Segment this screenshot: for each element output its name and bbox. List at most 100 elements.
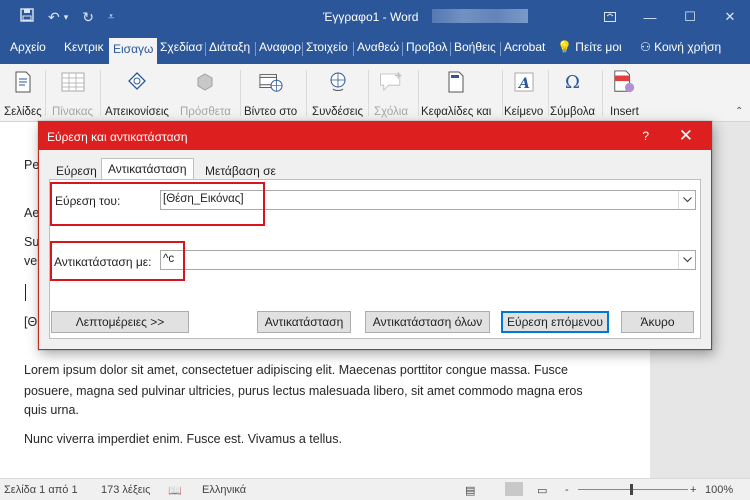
replace-all-button[interactable]: Αντικατάσταση όλων [365,311,490,333]
tab-insert[interactable]: Εισαγω [109,38,158,64]
header-footer-icon [444,70,468,94]
tab-goto[interactable]: Μετάβαση σε [198,160,283,180]
ribbon-group-header-footer[interactable]: Κεφαλίδες και [421,68,491,118]
zoom-slider-thumb[interactable] [630,484,633,495]
find-highlight-box [50,182,265,226]
ribbon-label: Πρόσθετα [180,106,231,118]
web-layout-icon[interactable]: ▭ [537,484,547,497]
window-controls: — ☐ ✕ [590,0,750,34]
tab-separator [402,42,403,56]
status-bar: Σελίδα 1 από 1 173 λέξεις 📖 Ελληνικά ▤ ▭… [0,478,750,500]
ribbon-group-pages[interactable]: Σελίδες [4,68,42,118]
focus-mode-icon[interactable]: ▤ [465,484,475,497]
ribbon-group-links[interactable]: Συνδέσεις [312,68,363,118]
title-bar: ↶ ▾ ↻ ⩡ Έγγραφο1 - Word — ☐ ✕ [0,0,750,34]
ribbon-group-addins[interactable]: Πρόσθετα [180,68,231,118]
ribbon-separator [306,70,307,116]
zoom-out-button[interactable]: - [565,484,569,496]
zoom-slider-track[interactable] [578,489,688,490]
tab-layout[interactable]: Διάταξη [209,40,250,54]
ribbon-separator [418,70,419,116]
tab-replace[interactable]: Αντικατάσταση [101,158,194,181]
tell-me[interactable]: 💡 Πείτε μοι [557,40,622,54]
ribbon-display-options-icon[interactable] [590,0,630,34]
share-label: Κοινή χρήση [654,40,722,54]
zoom-level[interactable]: 100% [705,484,733,496]
print-layout-icon[interactable] [505,482,523,496]
tab-separator [450,42,451,56]
ribbon-label: Κεφαλίδες και [421,106,492,118]
doc-paragraph: Nunc viverra imperdiet enim. Fusce est. … [24,432,342,446]
zoom-in-button[interactable]: + [690,484,696,496]
tab-separator [302,42,303,56]
svg-text:A: A [517,76,530,92]
minimize-icon[interactable]: — [630,0,670,34]
tab-help[interactable]: Βοήθεις [454,40,496,54]
tab-separator [205,42,206,56]
text-icon: A [512,70,536,94]
ribbon-group-comments[interactable]: Σχόλια [374,68,408,118]
tab-file[interactable]: Αρχείο [10,40,46,54]
tab-references[interactable]: Αναφορ [259,40,301,54]
find-replace-dialog: Εύρεση και αντικατάσταση ? ✕ Εύρεση Αντι… [38,121,712,350]
tab-design[interactable]: Σχεδίασ [160,40,203,54]
close-window-icon[interactable]: ✕ [710,0,750,34]
save-icon[interactable] [20,8,34,25]
doc-paragraph-line: posuere, magna sed pulvinar ultricies, p… [24,384,583,398]
ribbon-group-online-video[interactable]: Βίντεο στο [244,68,297,118]
redo-icon[interactable]: ↻ [82,9,94,25]
customize-qat-icon[interactable]: ⩡ [108,9,114,25]
ribbon-label: Σχόλια [374,106,408,118]
symbols-icon: Ω [565,71,580,93]
addins-icon [193,70,217,94]
text-cursor [25,284,26,301]
tab-mailings[interactable]: Στοιχείο [306,40,348,54]
tab-find[interactable]: Εύρεση [49,160,104,180]
find-next-button[interactable]: Εύρεση επόμενου [501,311,609,333]
ribbon-group-insert[interactable]: Insert [610,68,639,118]
person-add-icon: ⚇ [640,40,651,54]
proofing-icon[interactable]: 📖 [168,484,182,497]
replace-input[interactable]: ^c [160,250,696,270]
illustrations-icon [125,70,149,94]
doc-fragment: Su [24,235,40,249]
ribbon-group-table[interactable]: Πίνακας [52,68,93,118]
tab-view[interactable]: Προβολ [406,40,448,54]
ribbon: Σελίδες Πίνακας Απεικονίσεις Πρόσθετα Βί… [0,64,750,122]
tab-review[interactable]: Αναθεώ [357,40,399,54]
replace-button[interactable]: Αντικατάσταση [257,311,351,333]
tab-acrobat[interactable]: Acrobat [504,40,545,54]
ribbon-group-illustrations[interactable]: Απεικονίσεις [105,68,169,118]
ribbon-group-symbols[interactable]: Ω Σύμβολα [550,68,595,119]
word-count[interactable]: 173 λέξεις [101,484,150,496]
more-button[interactable]: Λεπτομέρειες >> [51,311,189,333]
help-button[interactable]: ? [642,129,649,143]
dialog-close-button[interactable]: ✕ [679,126,693,146]
doc-paragraph-line: quis urna. [24,403,79,417]
cancel-button[interactable]: Άκυρο [621,311,694,333]
ribbon-separator [100,70,101,116]
undo-dropdown-icon[interactable]: ▾ [64,9,69,25]
find-dropdown-arrow[interactable] [678,191,695,209]
vertical-scrollbar[interactable] [733,155,747,475]
page-count[interactable]: Σελίδα 1 από 1 [4,484,78,496]
collapse-ribbon-icon[interactable]: ⌃ [735,106,743,117]
tab-home[interactable]: Κεντρικ [64,40,104,54]
online-video-icon [259,70,283,94]
share-button[interactable]: ⚇ Κοινή χρήση [640,40,721,54]
ribbon-label: Βίντεο στο [244,106,298,118]
language[interactable]: Ελληνικά [202,484,246,496]
ribbon-label: Πίνακας [52,106,94,118]
replace-dropdown-arrow[interactable] [678,251,695,269]
window-title: Έγγραφο1 - Word [323,10,419,24]
dialog-title-bar: Εύρεση και αντικατάσταση ? ✕ [39,122,711,150]
restore-icon[interactable]: ☐ [670,0,710,34]
ribbon-group-text[interactable]: A Κείμενο [504,68,543,118]
ribbon-label: Συνδέσεις [312,106,363,118]
doc-paragraph-line: Lorem ipsum dolor sit amet, consectetuer… [24,363,569,377]
tab-separator [353,42,354,56]
doc-fragment: ve [24,254,38,268]
ribbon-label: Insert [610,106,639,118]
doc-fragment: [Θ [24,315,38,329]
undo-icon[interactable]: ↶ [48,9,60,25]
